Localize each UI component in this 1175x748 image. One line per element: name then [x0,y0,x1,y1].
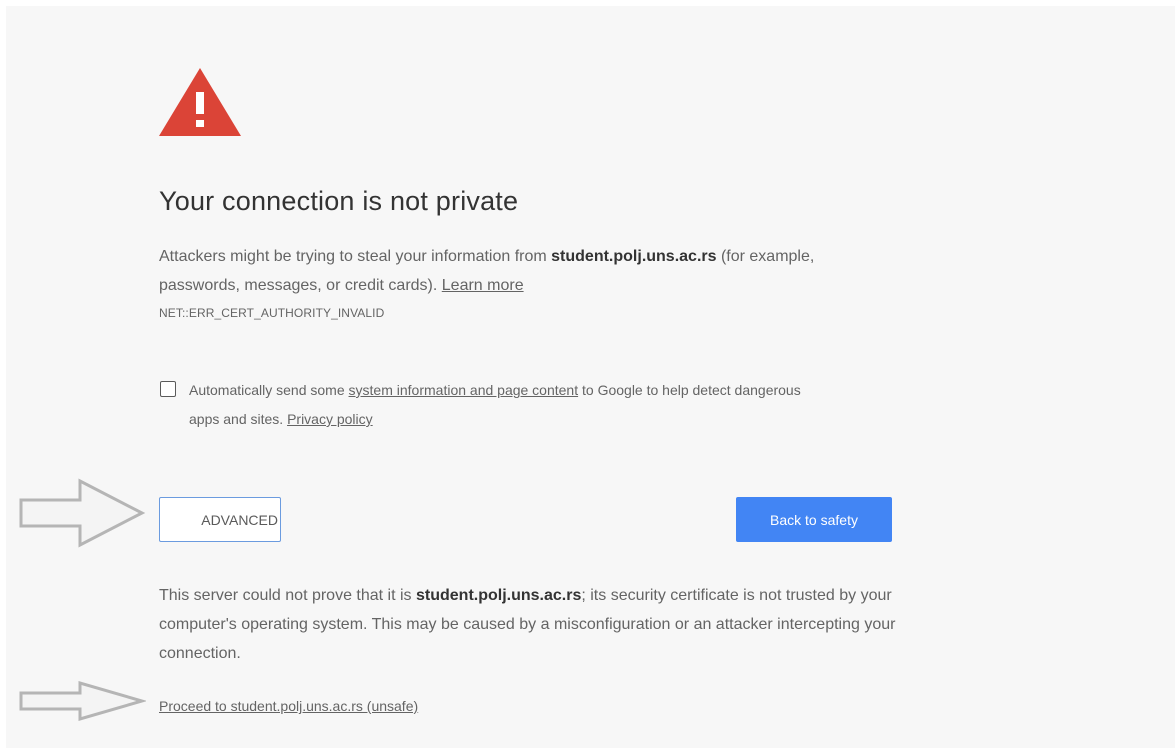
arrow-right-outline-icon [19,681,146,721]
main-message: Attackers might be trying to steal your … [159,242,839,300]
opt-in-text: Automatically send some [189,382,349,398]
arrow-right-outline-icon [19,478,146,548]
details-host-name: student.polj.uns.ac.rs [416,587,582,604]
page-title: Your connection is not private [159,186,519,216]
advanced-button[interactable]: ADVANCED [159,497,281,542]
opt-in-label: Automatically send some system informati… [189,376,829,434]
back-to-safety-button[interactable]: Back to safety [736,497,892,542]
main-message-text: Attackers might be trying to steal your … [159,248,552,265]
details-text: This server could not prove that it is [159,587,416,604]
details-message: This server could not prove that it is s… [159,581,904,668]
proceed-unsafe-link[interactable]: Proceed to student.polj.uns.ac.rs (unsaf… [159,698,418,714]
error-code: NET::ERR_CERT_AUTHORITY_INVALID [159,306,385,320]
learn-more-link[interactable]: Learn more [442,277,524,294]
system-info-link[interactable]: system information and page content [349,382,579,398]
warning-triangle-icon [159,68,241,136]
interstitial-page: Your connection is not private Attackers… [6,6,1175,748]
privacy-policy-link[interactable]: Privacy policy [287,411,373,427]
host-name: student.polj.uns.ac.rs [551,248,717,265]
opt-in-checkbox[interactable] [160,381,176,397]
